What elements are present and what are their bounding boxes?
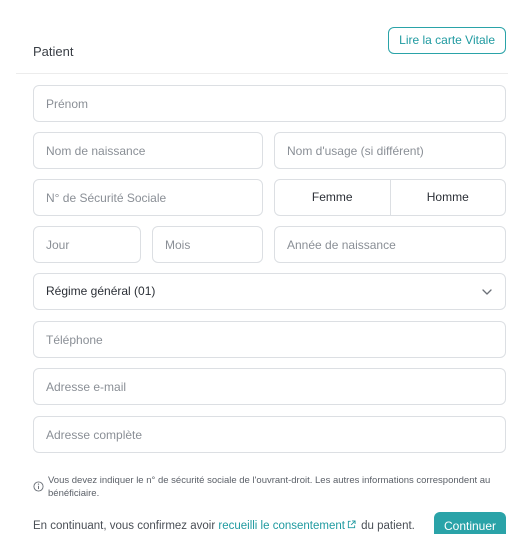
birth-name-field[interactable] bbox=[33, 132, 263, 169]
external-link-icon[interactable] bbox=[347, 520, 356, 529]
first-name-input[interactable] bbox=[46, 86, 505, 121]
address-field[interactable] bbox=[33, 416, 506, 453]
consent-suffix: du patient. bbox=[357, 520, 415, 532]
consent-footer: En continuant, vous confirmez avoir recu… bbox=[33, 520, 415, 532]
birth-year-input[interactable] bbox=[287, 227, 505, 262]
consent-link[interactable]: recueilli le consentement bbox=[218, 520, 345, 532]
chevron-down-icon bbox=[482, 289, 492, 295]
regime-selected-value: Régime général (01) bbox=[46, 284, 156, 298]
usage-name-field[interactable] bbox=[274, 132, 506, 169]
ssn-field[interactable] bbox=[33, 179, 263, 216]
read-vitale-card-button[interactable]: Lire la carte Vitale bbox=[388, 27, 506, 54]
regime-select[interactable]: Régime général (01) bbox=[33, 273, 506, 310]
info-icon bbox=[33, 481, 44, 492]
birth-month-input[interactable] bbox=[165, 227, 262, 262]
email-input[interactable] bbox=[46, 369, 505, 404]
continue-button[interactable]: Continuer bbox=[434, 512, 506, 534]
ssn-input[interactable] bbox=[46, 180, 262, 215]
birth-name-input[interactable] bbox=[46, 133, 262, 168]
usage-name-input[interactable] bbox=[287, 133, 505, 168]
first-name-field[interactable] bbox=[33, 85, 506, 122]
phone-field[interactable] bbox=[33, 321, 506, 358]
consent-prefix: En continuant, vous confirmez avoir bbox=[33, 520, 219, 532]
info-text: Vous devez indiquer le n° de sécurité so… bbox=[48, 475, 491, 499]
birth-month-field[interactable] bbox=[152, 226, 263, 263]
address-input[interactable] bbox=[46, 417, 505, 452]
sex-selector: Femme Homme bbox=[274, 179, 506, 216]
page-title: Patient bbox=[33, 44, 74, 59]
phone-input[interactable] bbox=[46, 322, 505, 357]
sex-option-homme[interactable]: Homme bbox=[389, 180, 506, 215]
email-field[interactable] bbox=[33, 368, 506, 405]
birth-day-field[interactable] bbox=[33, 226, 141, 263]
birth-year-field[interactable] bbox=[274, 226, 506, 263]
sex-option-femme[interactable]: Femme bbox=[275, 180, 390, 215]
birth-day-input[interactable] bbox=[46, 227, 140, 262]
